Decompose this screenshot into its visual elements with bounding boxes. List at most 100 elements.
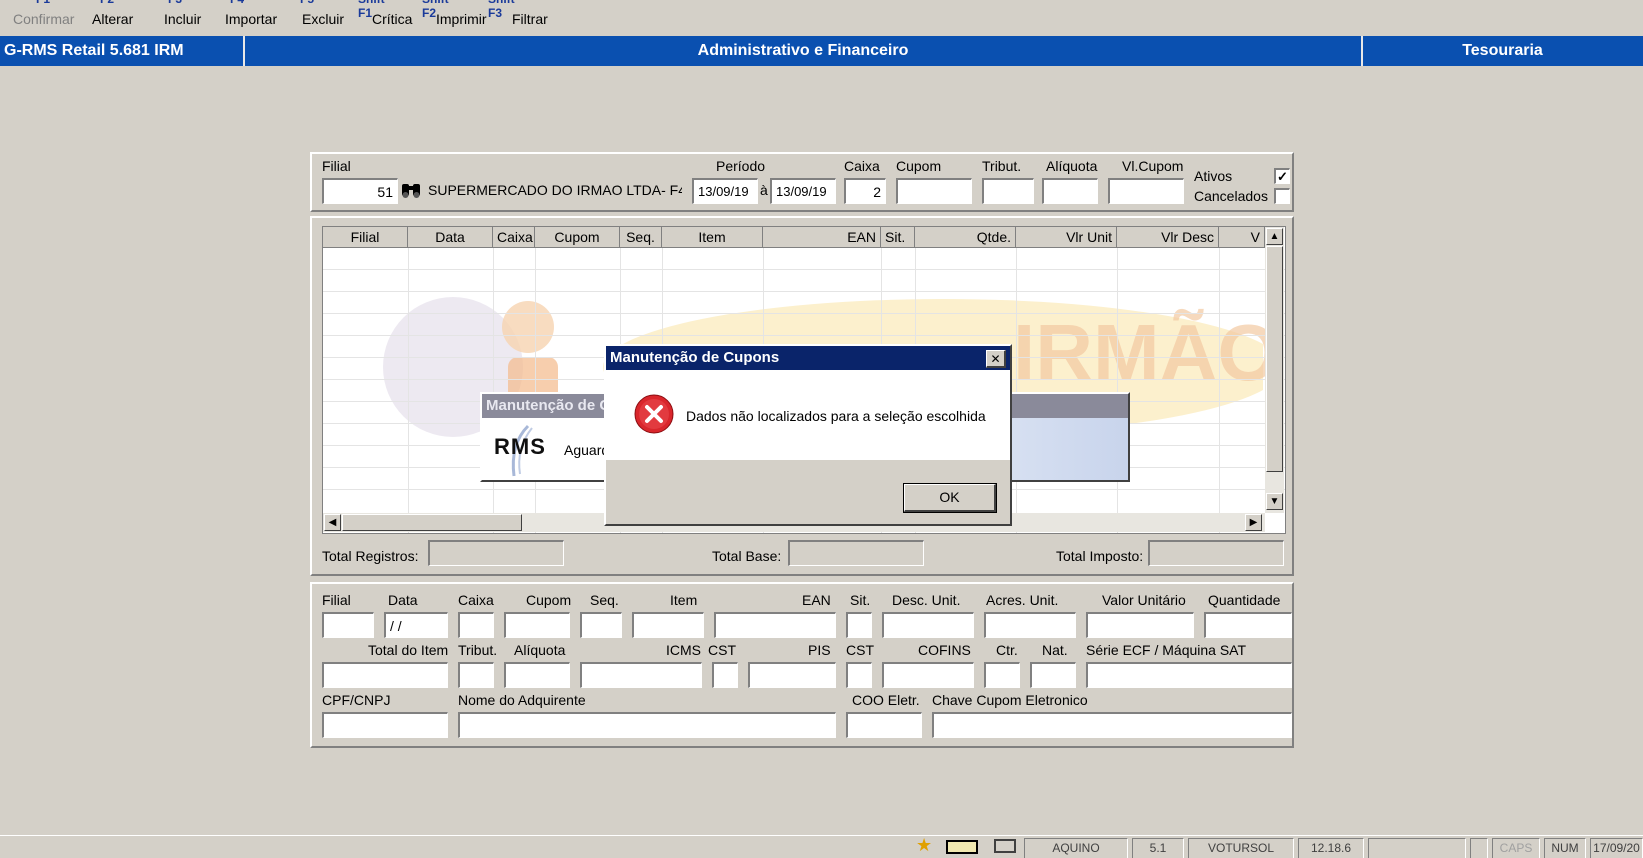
detail-caixa-label: Caixa — [458, 592, 494, 608]
filter-panel: Filial 51 SUPERMERCADO DO IRMAO LTDA- F4… — [310, 152, 1294, 212]
detail-total-item-field[interactable] — [322, 662, 448, 688]
detail-ean-label: EAN — [802, 592, 831, 608]
detail-ean-field[interactable] — [714, 612, 836, 638]
detail-coo-eletr-label: COO Eletr. — [852, 692, 920, 708]
tribut-label: Tribut. — [982, 158, 1022, 174]
periodo-label: Período — [716, 158, 766, 174]
detail-cst-label: CST — [708, 642, 736, 658]
detail-cofins-label: COFINS — [918, 642, 971, 658]
detail-acres-unit-field[interactable] — [984, 612, 1076, 638]
scroll-right-icon[interactable]: ▶ — [1245, 514, 1262, 531]
detail-nome-adquirente-label: Nome do Adquirente — [458, 692, 586, 708]
excluir-button[interactable]: Excluir — [302, 11, 344, 27]
detail-filial-field[interactable] — [322, 612, 374, 638]
col-header-item[interactable]: Item — [662, 227, 763, 248]
binoculars-icon[interactable] — [400, 180, 422, 202]
date-separator: à — [760, 182, 768, 198]
col-header-data[interactable]: Data — [408, 227, 493, 248]
total-imposto-field — [1148, 540, 1284, 566]
caixa-field[interactable]: 2 — [844, 178, 886, 204]
confirmar-button[interactable]: Confirmar — [13, 11, 74, 27]
detail-cofins-field[interactable] — [882, 662, 974, 688]
col-header-seq[interactable]: Seq. — [620, 227, 662, 248]
detail-desc-unit-field[interactable] — [882, 612, 974, 638]
critica-button[interactable]: Crítica — [372, 11, 412, 27]
detail-chave-cupom-field[interactable] — [932, 712, 1292, 738]
cancelados-label: Cancelados — [1194, 188, 1268, 204]
detail-tribut-field[interactable] — [458, 662, 494, 688]
detail-serie-ecf-field[interactable] — [1086, 662, 1292, 688]
close-icon[interactable]: ✕ — [986, 350, 1006, 368]
detail-ctr-field[interactable] — [984, 662, 1020, 688]
detail-nome-adquirente-field[interactable] — [458, 712, 836, 738]
ok-button[interactable]: OK — [903, 483, 997, 513]
detail-aliquota-field[interactable] — [504, 662, 570, 688]
detail-caixa-field[interactable] — [458, 612, 494, 638]
aliquota-label: Alíquota — [1046, 158, 1098, 174]
module-title: Administrativo e Financeiro — [697, 42, 909, 59]
cupom-field[interactable] — [896, 178, 972, 204]
col-header-sit[interactable]: Sit. — [881, 227, 915, 248]
detail-item-field[interactable] — [632, 612, 704, 638]
detail-sit-field[interactable] — [846, 612, 872, 638]
detail-cupom-field[interactable] — [504, 612, 570, 638]
scroll-down-icon[interactable]: ▼ — [1266, 493, 1283, 510]
detail-quantidade-field[interactable] — [1204, 612, 1292, 638]
cupom-label: Cupom — [896, 158, 942, 174]
detail-data-field[interactable]: / / — [384, 612, 448, 638]
detail-cst-field[interactable] — [712, 662, 738, 688]
detail-cst2-field[interactable] — [846, 662, 872, 688]
incluir-button[interactable]: Incluir — [164, 11, 201, 27]
error-icon — [634, 394, 674, 434]
col-header-ean[interactable]: EAN — [763, 227, 881, 248]
total-registros-field — [428, 540, 564, 566]
key-label: F1 — [36, 0, 50, 6]
vertical-scrollbar[interactable]: ▲ ▼ — [1265, 227, 1284, 513]
date-from-field[interactable]: 13/09/19 — [692, 178, 758, 204]
col-header-vlr-desc[interactable]: Vlr Desc — [1117, 227, 1219, 248]
detail-nat-field[interactable] — [1030, 662, 1076, 688]
grid-line — [323, 291, 1285, 292]
status-caps: CAPS — [1492, 838, 1540, 858]
detail-coo-eletr-field[interactable] — [846, 712, 922, 738]
imprimir-button[interactable]: Imprimir — [436, 11, 487, 27]
col-header-cupom[interactable]: Cupom — [535, 227, 620, 248]
scroll-up-icon[interactable]: ▲ — [1266, 228, 1283, 245]
vertical-scroll-thumb[interactable] — [1266, 246, 1283, 472]
col-header-caixa[interactable]: Caixa — [493, 227, 535, 248]
importar-button[interactable]: Importar — [225, 11, 277, 27]
detail-icms-field[interactable] — [580, 662, 702, 688]
status-blank-small — [1470, 838, 1488, 858]
grid-line — [323, 313, 1285, 314]
tribut-field[interactable] — [982, 178, 1034, 204]
vlcupom-field[interactable] — [1108, 178, 1184, 204]
col-header-v[interactable]: V — [1219, 227, 1265, 248]
aliquota-field[interactable] — [1042, 178, 1098, 204]
status-version: 5.1 — [1132, 838, 1184, 858]
detail-valor-unitario-field[interactable] — [1086, 612, 1194, 638]
detail-quantidade-label: Quantidade — [1208, 592, 1281, 608]
grid-line — [408, 248, 409, 533]
filial-code-field[interactable]: 51 — [322, 178, 398, 204]
detail-serie-ecf-label: Série ECF / Máquina SAT — [1086, 642, 1247, 658]
scroll-left-icon[interactable]: ◀ — [324, 514, 341, 531]
total-base-field — [788, 540, 924, 566]
detail-pis-field[interactable] — [748, 662, 836, 688]
cancelados-checkbox[interactable] — [1274, 188, 1290, 204]
detail-cpf-field[interactable] — [322, 712, 448, 738]
detail-seq-label: Seq. — [590, 592, 619, 608]
alterar-button[interactable]: Alterar — [92, 11, 133, 27]
ativos-checkbox[interactable]: ✓ — [1274, 168, 1290, 184]
detail-nat-label: Nat. — [1042, 642, 1068, 658]
key-label: F4 — [230, 0, 244, 6]
status-blank — [1368, 838, 1466, 858]
col-header-filial[interactable]: Filial — [323, 227, 408, 248]
detail-aliquota-label: Alíquota — [514, 642, 566, 658]
col-header-qtde[interactable]: Qtde. — [915, 227, 1016, 248]
col-header-vlr-unit[interactable]: Vlr Unit — [1016, 227, 1117, 248]
detail-seq-field[interactable] — [580, 612, 622, 638]
date-to-field[interactable]: 13/09/19 — [770, 178, 836, 204]
horizontal-scroll-thumb[interactable] — [342, 514, 522, 531]
filtrar-button[interactable]: Filtrar — [512, 11, 548, 27]
app-title: G-RMS Retail 5.681 IRM — [4, 42, 184, 59]
